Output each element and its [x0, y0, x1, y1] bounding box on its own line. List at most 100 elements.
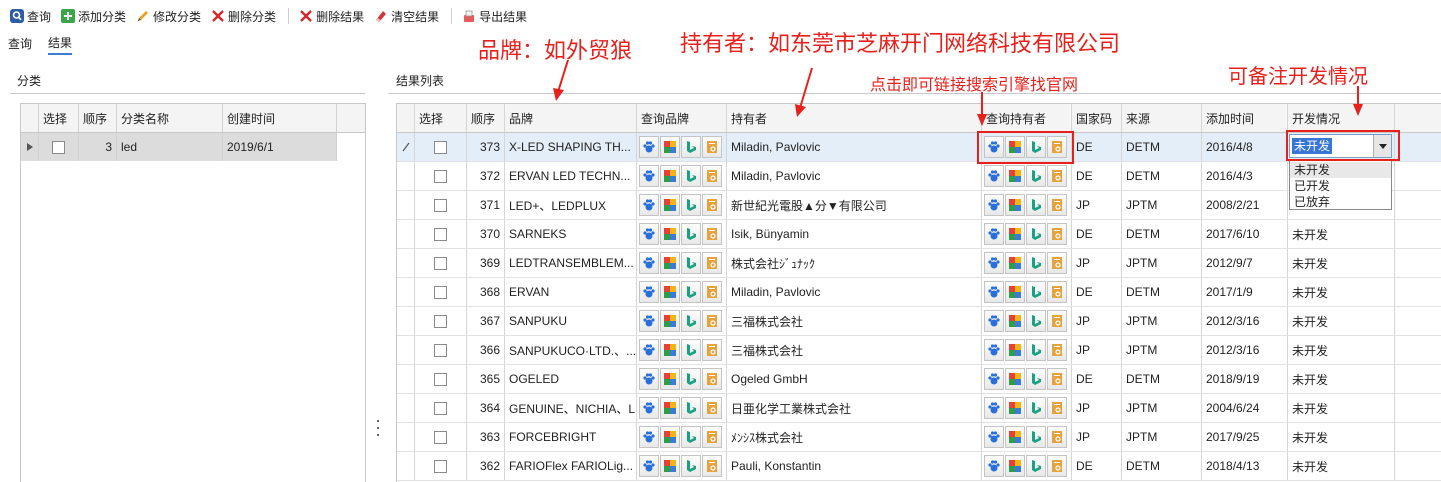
- query-brand-bing-icon[interactable]: [681, 252, 701, 274]
- row-checkbox[interactable]: [415, 452, 467, 480]
- column-header-order[interactable]: 顺序: [467, 104, 505, 132]
- query-brand-google-icon[interactable]: [660, 136, 680, 158]
- query-holder-baidu-paw-icon[interactable]: [984, 310, 1004, 332]
- query-brand-google-icon[interactable]: [660, 223, 680, 245]
- query-brand-bing-icon[interactable]: [681, 455, 701, 477]
- query-brand-book-search-icon[interactable]: [702, 368, 722, 390]
- query-holder-baidu-paw-icon[interactable]: [984, 368, 1004, 390]
- query-brand-book-search-icon[interactable]: [702, 310, 722, 332]
- query-holder-google-icon[interactable]: [1005, 339, 1025, 361]
- table-row[interactable]: 369 LEDTRANSEMBLEM... 株式会社ｼﾞｭﾅｯｸ JP JPTM 2012…: [397, 249, 1441, 278]
- query-holder-google-icon[interactable]: [1005, 281, 1025, 303]
- query-brand-book-search-icon[interactable]: [702, 136, 722, 158]
- query-brand-google-icon[interactable]: [660, 194, 680, 216]
- query-brand-bing-icon[interactable]: [681, 223, 701, 245]
- query-brand-google-icon[interactable]: [660, 165, 680, 187]
- query-brand-bing-icon[interactable]: [681, 339, 701, 361]
- query-holder-google-icon[interactable]: [1005, 397, 1025, 419]
- cell-dev-status[interactable]: 未开发: [1288, 249, 1395, 277]
- query-brand-google-icon[interactable]: [660, 455, 680, 477]
- query-brand-bing-icon[interactable]: [681, 194, 701, 216]
- query-holder-book-search-icon[interactable]: [1047, 223, 1067, 245]
- query-holder-baidu-paw-icon[interactable]: [984, 194, 1004, 216]
- query-brand-book-search-icon[interactable]: [702, 165, 722, 187]
- export-results-button[interactable]: 导出结果: [458, 5, 531, 27]
- query-brand-baidu-paw-icon[interactable]: [639, 426, 659, 448]
- query-brand-book-search-icon[interactable]: [702, 397, 722, 419]
- query-brand-baidu-paw-icon[interactable]: [639, 281, 659, 303]
- table-row[interactable]: 364 GENUINE、NICHIA、L... 日亜化学工業株式会社 JP JPTM 20…: [397, 394, 1441, 423]
- row-checkbox[interactable]: [39, 133, 79, 161]
- query-holder-book-search-icon[interactable]: [1047, 368, 1067, 390]
- query-brand-bing-icon[interactable]: [681, 281, 701, 303]
- query-brand-bing-icon[interactable]: [681, 426, 701, 448]
- table-row[interactable]: 368 ERVAN Miladin, Pavlovic DE DETM 2017/1/9 未…: [397, 278, 1441, 307]
- query-brand-google-icon[interactable]: [660, 252, 680, 274]
- query-brand-book-search-icon[interactable]: [702, 426, 722, 448]
- tab-query[interactable]: 查询: [8, 33, 32, 54]
- checkbox[interactable]: [434, 285, 447, 299]
- query-brand-google-icon[interactable]: [660, 339, 680, 361]
- query-brand-baidu-paw-icon[interactable]: [639, 455, 659, 477]
- checkbox[interactable]: [434, 343, 447, 357]
- table-row[interactable]: 366 SANPUKUCO·LTD.、... 三福株式会社 JP JPTM 2012/3/…: [397, 336, 1441, 365]
- delete-category-button[interactable]: 删除分类: [207, 5, 280, 27]
- query-holder-baidu-paw-icon[interactable]: [984, 165, 1004, 187]
- query-holder-bing-icon[interactable]: [1026, 310, 1046, 332]
- query-brand-baidu-paw-icon[interactable]: [639, 368, 659, 390]
- query-brand-baidu-paw-icon[interactable]: [639, 310, 659, 332]
- cell-dev-status[interactable]: 未开发: [1288, 423, 1395, 451]
- cell-dev-status[interactable]: 未开发: [1288, 336, 1395, 364]
- query-brand-baidu-paw-icon[interactable]: [639, 252, 659, 274]
- row-checkbox[interactable]: [415, 394, 467, 422]
- tab-results[interactable]: 结果: [48, 32, 73, 55]
- query-brand-baidu-paw-icon[interactable]: [639, 339, 659, 361]
- query-holder-book-search-icon[interactable]: [1047, 194, 1067, 216]
- query-holder-baidu-paw-icon[interactable]: [984, 223, 1004, 245]
- row-checkbox[interactable]: [415, 191, 467, 219]
- checkbox[interactable]: [434, 169, 447, 183]
- checkbox[interactable]: [434, 430, 447, 444]
- query-brand-google-icon[interactable]: [660, 281, 680, 303]
- column-header-holder[interactable]: 持有者: [727, 104, 982, 132]
- cell-dev-status[interactable]: 未开发: [1288, 394, 1395, 422]
- row-checkbox[interactable]: [415, 133, 467, 161]
- query-brand-bing-icon[interactable]: [681, 165, 701, 187]
- query-holder-google-icon[interactable]: [1005, 165, 1025, 187]
- row-checkbox[interactable]: [415, 423, 467, 451]
- query-brand-baidu-paw-icon[interactable]: [639, 165, 659, 187]
- table-row[interactable]: 362 FARIOFlex FARIOLig... Pauli, Konstanti…: [397, 452, 1441, 481]
- column-header-query-brand[interactable]: 查询品牌: [637, 104, 727, 132]
- column-header-select[interactable]: 选择: [415, 104, 467, 132]
- query-holder-book-search-icon[interactable]: [1047, 455, 1067, 477]
- query-holder-bing-icon[interactable]: [1026, 252, 1046, 274]
- table-row[interactable]: 372 ERVAN LED TECHN... Miladin, Pavlovic DE…: [397, 162, 1441, 191]
- checkbox[interactable]: [434, 459, 447, 473]
- query-holder-bing-icon[interactable]: [1026, 339, 1046, 361]
- dropdown-option[interactable]: 已放弃: [1290, 194, 1391, 210]
- query-holder-baidu-paw-icon[interactable]: [984, 455, 1004, 477]
- row-checkbox[interactable]: [415, 220, 467, 248]
- query-brand-book-search-icon[interactable]: [702, 281, 722, 303]
- column-header-source[interactable]: 来源: [1122, 104, 1202, 132]
- row-checkbox[interactable]: [415, 307, 467, 335]
- query-brand-google-icon[interactable]: [660, 368, 680, 390]
- query-holder-google-icon[interactable]: [1005, 310, 1025, 332]
- query-holder-baidu-paw-icon[interactable]: [984, 426, 1004, 448]
- query-brand-book-search-icon[interactable]: [702, 223, 722, 245]
- query-brand-google-icon[interactable]: [660, 426, 680, 448]
- table-row[interactable]: 363 FORCEBRIGHT ﾒﾝｼｽ株式会社 JP JPTM 2017/9/25 未开发: [397, 423, 1441, 452]
- query-holder-bing-icon[interactable]: [1026, 281, 1046, 303]
- table-row[interactable]: 371 LED+、LEDPLUX 新世紀光電股▲分▼有限公司 JP JPTM 2008/2…: [397, 191, 1441, 220]
- edit-category-button[interactable]: 修改分类: [132, 5, 205, 27]
- cell-dev-status[interactable]: 未开发: [1288, 220, 1395, 248]
- query-holder-book-search-icon[interactable]: [1047, 165, 1067, 187]
- query-holder-baidu-paw-icon[interactable]: [984, 339, 1004, 361]
- query-holder-baidu-paw-icon[interactable]: [984, 281, 1004, 303]
- query-holder-book-search-icon[interactable]: [1047, 252, 1067, 274]
- checkbox[interactable]: [434, 314, 447, 328]
- query-brand-baidu-paw-icon[interactable]: [639, 136, 659, 158]
- query-holder-bing-icon[interactable]: [1026, 194, 1046, 216]
- dropdown-option[interactable]: 未开发: [1290, 162, 1391, 178]
- query-brand-baidu-paw-icon[interactable]: [639, 223, 659, 245]
